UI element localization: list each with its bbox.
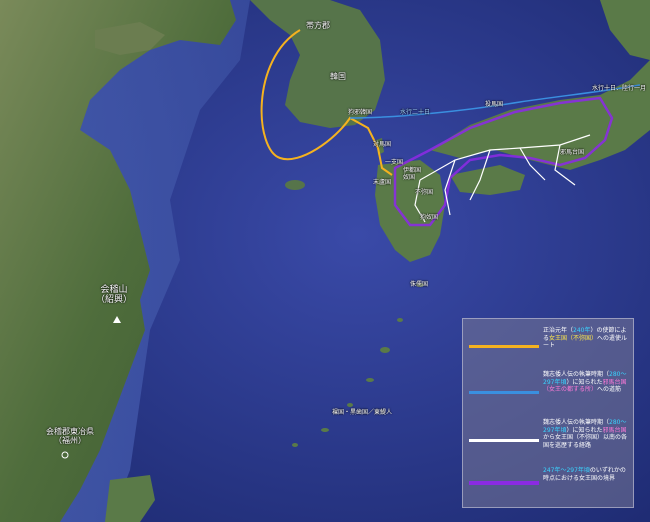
label-matsuro: 末盧国 (373, 179, 392, 186)
label-fumi: 不弥国 (415, 189, 434, 196)
label-suikou: 水行二十日 (400, 109, 431, 116)
legend-line-yellow (469, 345, 539, 348)
legend-text-blue: 魏志倭人伝の執筆時期（280～297年頃）に知られた邪馬台国（女王の都する所）へ… (543, 371, 627, 393)
legend-item-white: 魏志倭人伝の執筆時期（280～297年頃）に知られた邪馬台国から女王国（不弥国）… (469, 419, 629, 465)
legend-line-purple (469, 481, 539, 485)
legend-item-blue: 魏志倭人伝の執筆時期（280～297年頃）に知られた邪馬台国（女王の都する所）へ… (469, 371, 629, 415)
legend-item-purple: 247年～297年頃のいずれかの時点における女王国の境界 (469, 467, 629, 503)
map-view[interactable]: 帯方郡 韓国 狗邪韓国 対馬国 一支国 末盧国 伊都国 奴国 不弥国 投馬国 邪… (0, 0, 650, 522)
label-tsushima: 対馬国 (373, 141, 392, 148)
map-legend: 正治元年（240年）の使節による女王国（不弥国）への遣使ルート 魏志倭人伝の執筆… (462, 318, 634, 508)
label-dongye: 会稽郡東冶県 （福州） (46, 427, 94, 445)
label-yamatai: 邪馬台国 (560, 149, 585, 156)
legend-text-yellow: 正治元年（240年）の使節による女王国（不弥国）への遣使ルート (543, 327, 628, 349)
label-toma: 投馬国 (485, 101, 504, 108)
jeju-island (285, 180, 305, 190)
legend-text-white: 魏志倭人伝の執筆時期（280～297年頃）に知られた邪馬台国から女王国（不弥国）… (543, 419, 628, 449)
label-shuju: 侏儒国 (410, 281, 429, 288)
label-hankuk: 韓国 (330, 72, 346, 81)
label-suikou-riku: 水行十日、陸行一月 (592, 85, 647, 92)
label-rakan: 裸国・黒歯国／東鯷人 (332, 409, 393, 416)
legend-item-yellow: 正治元年（240年）の使節による女王国（不弥国）への遣使ルート (469, 327, 629, 367)
legend-text-purple: 247年～297年頃のいずれかの時点における女王国の境界 (543, 467, 626, 482)
legend-line-blue (469, 391, 539, 394)
label-daifang: 帯方郡 (306, 21, 330, 30)
label-kuyakan: 狗邪韓国 (348, 109, 373, 116)
label-kuna: 狗奴国 (420, 214, 439, 221)
label-kaiji: 会稽山 （紹興） (96, 285, 133, 305)
label-iki: 一支国 (385, 159, 404, 166)
label-na: 奴国 (403, 174, 416, 181)
legend-line-white (469, 439, 539, 442)
